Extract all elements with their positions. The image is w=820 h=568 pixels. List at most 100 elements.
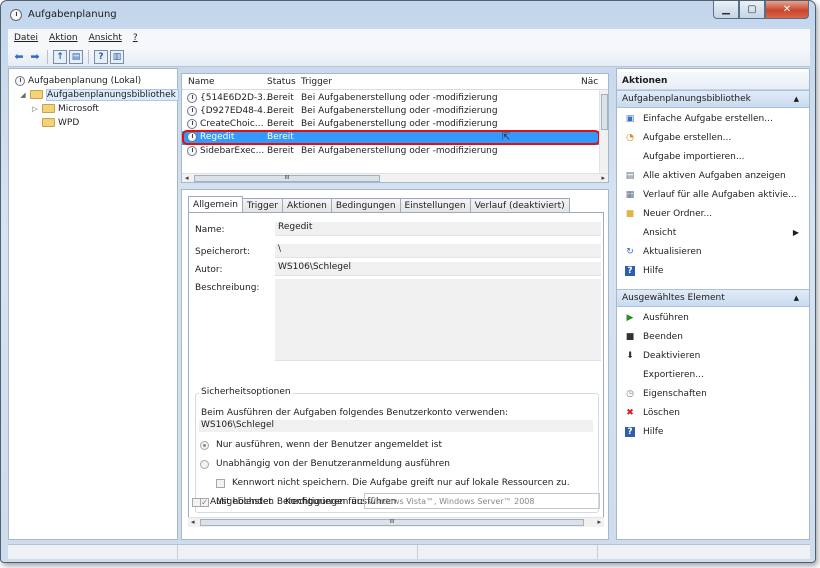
action-new-folder[interactable]: ■ Neuer Ordner... [617, 204, 809, 223]
main-window: Aufgabenplanung ▁ ▢ ✕ Datei Aktion Ansic… [0, 0, 816, 563]
radio-run-regardless[interactable] [200, 460, 209, 469]
section-selected[interactable]: Ausgewähltes Element ▲ [617, 289, 809, 307]
task-clock-icon [187, 119, 197, 129]
task-status: Bereit [267, 119, 294, 129]
action-refresh[interactable]: ↻ Aktualisieren [617, 242, 809, 261]
tab-allgemein[interactable]: Allgemein [188, 196, 243, 212]
table-row[interactable]: {D927ED48-4... Bereit Bei Aufgabenerstel… [182, 105, 600, 118]
scroll-left-icon[interactable]: ◂ [185, 174, 189, 182]
section-library[interactable]: Aufgabenplanungsbibliothek ▲ [617, 90, 809, 108]
table-row[interactable]: SidebarExec... Bereit Bei Aufgabenerstel… [182, 145, 600, 158]
tab-aktionen[interactable]: Aktionen [281, 198, 332, 212]
collapse-icon[interactable]: ▲ [794, 95, 799, 103]
name-field[interactable]: Regedit [275, 222, 601, 236]
tree-wpd[interactable]: WPD [31, 116, 79, 129]
expanded-arrow-icon[interactable]: ◢ [19, 91, 27, 99]
action-delete[interactable]: ✖ Löschen [617, 403, 809, 422]
scroll-left-icon[interactable]: ◂ [191, 518, 195, 526]
column-next[interactable]: Näc [581, 77, 598, 87]
title-bar[interactable]: Aufgabenplanung ▁ ▢ ✕ [1, 1, 815, 27]
collapse-icon[interactable]: ▲ [794, 294, 799, 302]
clock-icon [15, 75, 25, 86]
column-name[interactable]: Name [188, 77, 215, 87]
close-button[interactable]: ✕ [765, 1, 809, 19]
navigation-tree: Aufgabenplanung (Lokal) ◢ Aufgabenplanun… [8, 68, 179, 540]
checkbox-highest-privileges[interactable]: ✓ [200, 498, 209, 507]
security-title: Sicherheitsoptionen [199, 387, 293, 397]
action-properties[interactable]: ◷ Eigenschaften [617, 384, 809, 403]
basic-task-icon: ▣ [625, 114, 635, 124]
maximize-button[interactable]: ▢ [739, 1, 765, 19]
action-end[interactable]: ■ Beenden [617, 327, 809, 346]
scroll-thumb[interactable]: III [200, 519, 584, 526]
tree-library-label: Aufgabenplanungsbibliothek [46, 88, 179, 101]
action-help[interactable]: ? Hilfe [617, 261, 809, 280]
task-name: {514E6D2D-3... [200, 93, 272, 103]
action-enable-history[interactable]: ▦ Verlauf für alle Aufgaben aktivie... [617, 185, 809, 204]
radio-logged-on-only[interactable] [200, 441, 209, 450]
author-field[interactable]: WS106\Schlegel [275, 262, 601, 276]
tab-trigger[interactable]: Trigger [241, 198, 283, 212]
action-create-task[interactable]: ◔ Aufgabe erstellen... [617, 128, 809, 147]
tree-root[interactable]: Aufgabenplanung (Lokal) [15, 74, 141, 87]
collapsed-arrow-icon[interactable]: ▷ [31, 105, 39, 113]
menu-ansicht[interactable]: Ansicht [89, 33, 122, 43]
scroll-right-icon[interactable]: ▸ [597, 518, 601, 526]
action-help-selected[interactable]: ? Hilfe [617, 422, 809, 441]
column-status[interactable]: Status [267, 77, 296, 87]
forward-arrow-icon[interactable]: ➡ [28, 50, 42, 64]
vertical-scrollbar[interactable] [599, 90, 608, 173]
task-status: Bereit [267, 146, 294, 156]
menu-aktion[interactable]: Aktion [49, 33, 78, 43]
task-trigger: Bei Aufgabenerstellung oder -modifizieru… [301, 93, 498, 103]
tab-bedingungen[interactable]: Bedingungen [330, 198, 401, 212]
name-label: Name: [195, 225, 225, 235]
action-import-task[interactable]: Aufgabe importieren... [617, 147, 809, 166]
action-create-basic-task[interactable]: ▣ Einfache Aufgabe erstellen... [617, 109, 809, 128]
task-status: Bereit [267, 106, 294, 116]
back-arrow-icon[interactable]: ⬅ [12, 50, 26, 64]
show-hide-tree-icon[interactable]: ▤ [69, 49, 83, 64]
tree-library[interactable]: ◢ Aufgabenplanungsbibliothek [19, 88, 179, 101]
action-disable[interactable]: ⬇ Deaktivieren [617, 346, 809, 365]
scroll-thumb[interactable] [601, 94, 608, 130]
actions-header: Aktionen [617, 72, 809, 90]
description-field[interactable] [275, 279, 601, 361]
minimize-button[interactable]: ▁ [713, 1, 739, 19]
history-icon: ▦ [625, 190, 635, 200]
checkbox-no-password[interactable] [216, 479, 225, 488]
action-run[interactable]: ▶ Ausführen [617, 308, 809, 327]
location-label: Speicherort: [195, 247, 250, 257]
task-name: SidebarExec... [200, 146, 265, 156]
checkbox-hidden[interactable] [192, 498, 201, 507]
action-show-running[interactable]: ▤ Alle aktiven Aufgaben anzeigen [617, 166, 809, 185]
window-title: Aufgabenplanung [28, 9, 117, 20]
configure-select[interactable]: Windows Vista™, Windows Server™ 2008 [364, 493, 600, 509]
show-hide-actions-icon[interactable]: ▥ [110, 49, 124, 64]
action-view[interactable]: Ansicht ▶ [617, 223, 809, 242]
task-list: Name Status Trigger Näc {514E6D2D-3... B… [181, 73, 609, 183]
menu-help[interactable]: ? [133, 33, 138, 43]
help-icon: ? [625, 266, 635, 276]
user-account-field[interactable]: WS106\Schlegel [199, 420, 593, 432]
tree-microsoft[interactable]: ▷ Microsoft [31, 102, 99, 115]
new-folder-icon: ■ [625, 209, 635, 219]
folder-icon [30, 90, 43, 99]
help-icon[interactable]: ? [94, 49, 108, 64]
configure-label: Konfigurieren für: [285, 497, 364, 507]
details-horizontal-scrollbar[interactable]: ◂ III ▸ [188, 517, 604, 527]
folder-up-icon[interactable]: ↑ [53, 49, 67, 64]
menu-datei[interactable]: Datei [14, 33, 38, 43]
folder-icon [42, 118, 55, 127]
horizontal-scrollbar[interactable]: ◂ III ▸ [182, 173, 608, 182]
column-trigger[interactable]: Trigger [301, 77, 332, 87]
scroll-right-icon[interactable]: ▸ [601, 174, 605, 182]
scroll-thumb[interactable]: III [194, 175, 380, 182]
action-export[interactable]: Exportieren... [617, 365, 809, 384]
location-field[interactable]: \ [275, 244, 601, 258]
tab-verlauf[interactable]: Verlauf (deaktiviert) [469, 198, 570, 212]
tab-einstellungen[interactable]: Einstellungen [399, 198, 471, 212]
status-bar [8, 544, 810, 559]
center-pane: Name Status Trigger Näc {514E6D2D-3... B… [181, 68, 613, 540]
table-row[interactable]: {514E6D2D-3... Bereit Bei Aufgabenerstel… [182, 92, 600, 105]
